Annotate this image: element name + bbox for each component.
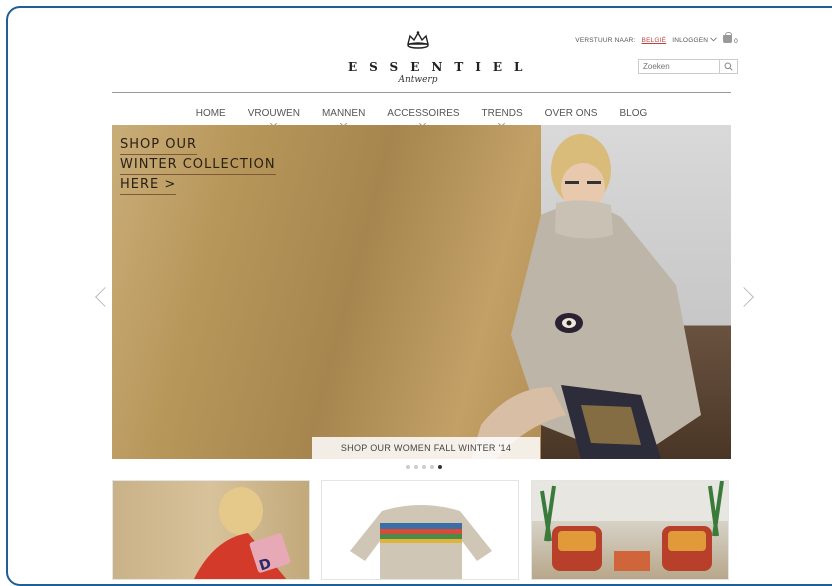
brand-tagline: Antwerp [398,75,438,85]
nav-label: ACCESSOIRES [387,107,460,119]
promo-tile-interior[interactable] [531,480,729,580]
login-link[interactable]: INLOGGEN [672,37,717,44]
country-link[interactable]: BELGIË [642,37,667,44]
slider-dot[interactable] [414,465,418,469]
shopping-bag-icon [723,32,733,43]
nav-home[interactable]: HOME [196,108,226,119]
slider-dots [406,465,442,469]
nav-label: OVER ONS [544,107,598,119]
hero-heading[interactable]: SHOP OUR WINTER COLLECTION HERE > [120,135,276,195]
search-icon [724,62,733,71]
utility-bar: VERSTUUR NAAR: BELGIË INLOGGEN 0 [575,32,738,45]
promo-tile-men[interactable] [321,480,519,580]
brand-name: ESSENTIEL [348,60,535,74]
nav-label: HOME [195,107,226,119]
slider-dot[interactable] [406,465,410,469]
hero-slide[interactable]: SHOP OUR WINTER COLLECTION HERE > SHOP O… [112,125,731,459]
slider-next-arrow-icon[interactable] [734,287,754,307]
tile-women-photo: D [194,487,291,579]
tile-sweater-photo [350,505,492,579]
header-divider [112,92,731,93]
nav-vrouwen[interactable]: VROUWEN [247,107,300,127]
slider-dot[interactable] [430,465,434,469]
hero-cta-button[interactable]: SHOP OUR WOMEN FALL WINTER '14 [312,437,540,459]
promo-tile-women[interactable]: D [112,480,310,580]
search-box [638,59,738,74]
search-input[interactable] [639,60,719,73]
nav-label: VROUWEN [247,107,300,119]
slider-dot[interactable] [422,465,426,469]
chevron-down-icon [710,36,717,41]
nav-mannen[interactable]: MANNEN [321,107,366,127]
nav-label: BLOG [619,107,648,119]
page: ESSENTIEL Antwerp VERSTUUR NAAR: BELGIË … [8,8,832,584]
hero-heading-line: WINTER COLLECTION [120,155,276,175]
hero-heading-line: HERE > [120,175,177,195]
nav-accessoires[interactable]: ACCESSOIRES [387,107,460,127]
search-button[interactable] [719,60,737,73]
browser-frame: ESSENTIEL Antwerp VERSTUUR NAAR: BELGIË … [6,6,832,586]
slider-dot-active[interactable] [438,465,442,469]
main-nav: HOME VROUWEN MANNEN ACCESSOIRES TRENDS O… [112,100,731,127]
nav-label: MANNEN [321,107,366,119]
hero-heading-line: SHOP OUR [120,135,198,155]
brand-logo[interactable]: ESSENTIEL Antwerp [338,30,535,85]
crown-icon [407,31,429,49]
model-photo [471,134,701,459]
tile-interior-photo [532,481,728,571]
nav-trends[interactable]: TRENDS [481,107,523,127]
nav-over-ons[interactable]: OVER ONS [545,108,598,119]
ship-to-label: VERSTUUR NAAR: [575,36,636,44]
nav-label: TRENDS [481,107,523,119]
login-label: INLOGGEN [672,36,709,44]
nav-blog[interactable]: BLOG [619,108,647,119]
cart-count: 0 [734,38,738,45]
cart-link[interactable]: 0 [723,32,738,45]
